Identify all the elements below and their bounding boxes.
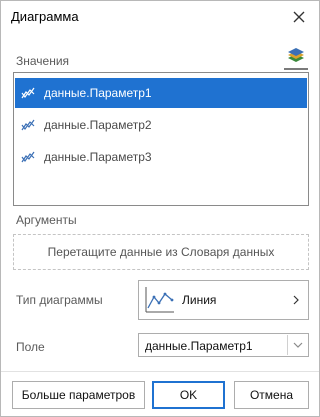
- arguments-dropzone[interactable]: Перетащите данные из Словаря данных: [13, 234, 309, 270]
- line-series-icon: [21, 150, 35, 164]
- chevron-right-icon: [293, 295, 299, 305]
- values-label: Значения: [16, 54, 70, 68]
- line-series-icon: [21, 86, 35, 100]
- field-value: данные.Параметр1: [145, 339, 253, 353]
- chart-type-label: Тип диаграммы: [16, 293, 103, 307]
- more-parameters-button[interactable]: Больше параметров: [12, 381, 145, 409]
- layers-icon: [288, 48, 304, 62]
- dropzone-hint: Перетащите данные из Словаря данных: [47, 245, 275, 259]
- field-label: Поле: [16, 340, 45, 354]
- ok-button[interactable]: OK: [152, 381, 225, 409]
- footer-divider: [1, 371, 319, 372]
- list-item-parameter3[interactable]: данные.Параметр3: [15, 142, 307, 172]
- list-item-label: данные.Параметр3: [44, 150, 152, 164]
- chart-type-value: Линия: [182, 293, 217, 307]
- arguments-label: Аргументы: [16, 213, 77, 227]
- data-source-button[interactable]: [284, 48, 308, 70]
- dialog-title: Диаграмма: [11, 9, 79, 24]
- dropdown-button[interactable]: [287, 335, 307, 355]
- close-button[interactable]: [289, 7, 309, 27]
- values-list[interactable]: данные.Параметр1 данные.Параметр2 данные…: [13, 72, 309, 206]
- title-bar: Диаграмма: [1, 1, 319, 33]
- close-icon: [293, 11, 305, 23]
- cancel-button[interactable]: Отмена: [234, 381, 309, 409]
- list-item-parameter1[interactable]: данные.Параметр1: [15, 78, 307, 108]
- line-chart-icon: [145, 287, 174, 313]
- list-item-label: данные.Параметр2: [44, 118, 152, 132]
- list-item-parameter2[interactable]: данные.Параметр2: [15, 110, 307, 140]
- field-combobox[interactable]: данные.Параметр1: [138, 333, 309, 357]
- chart-dialog: Диаграмма Значения данные.Параметр1 данн…: [0, 0, 320, 417]
- chart-type-selector[interactable]: Линия: [138, 280, 309, 320]
- chevron-down-icon: [293, 342, 302, 348]
- list-item-label: данные.Параметр1: [44, 86, 152, 100]
- line-series-icon: [21, 118, 35, 132]
